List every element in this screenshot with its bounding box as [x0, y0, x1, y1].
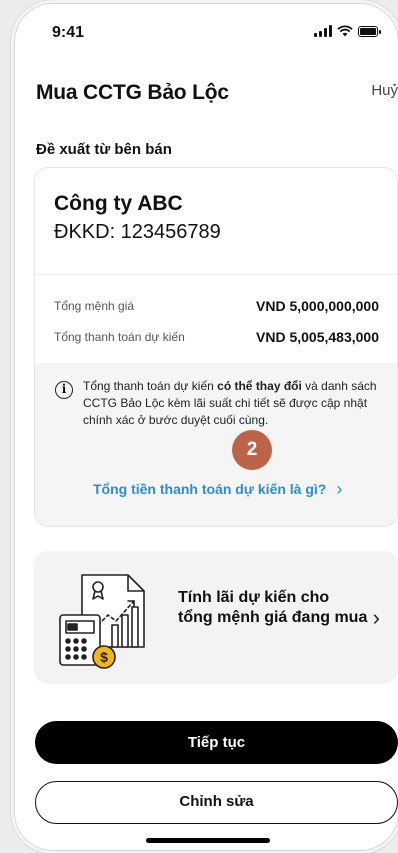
interest-calculator-label: Tính lãi dự kiến cho tổng mệnh giá đang …: [178, 589, 368, 626]
info-icon: i: [55, 381, 73, 399]
home-indicator: [146, 838, 270, 843]
info-text-bold: có thể thay đổi: [217, 379, 302, 393]
row-label: Tổng mệnh giá: [54, 299, 135, 313]
interest-calculator-card[interactable]: $ Tính lãi dự kiến cho tổng mệnh giá đan…: [34, 551, 398, 684]
section-label: Đề xuất từ bên bán: [36, 141, 172, 158]
info-notice: i Tổng thanh toán dự kiến có thể thay đổ…: [35, 363, 397, 526]
seller-card: Công ty ABC ĐKKD: 123456789 Tổng mệnh gi…: [34, 167, 398, 527]
status-bar: 9:41: [15, 4, 398, 60]
row-value: VND 5,000,000,000: [256, 298, 379, 314]
signal-icon: [314, 25, 332, 37]
info-text-part: Tổng thanh toán dự kiến: [83, 379, 218, 393]
company-registration: ĐKKD: 123456789: [54, 221, 221, 243]
phone-frame: 9:41 Mua CCTG Bảo Lộc Huỷ Đề xuất từ bên…: [15, 4, 398, 850]
status-time: 9:41: [52, 24, 85, 41]
edit-button[interactable]: Chỉnh sửa: [35, 781, 398, 824]
link-label: Tổng tiền thanh toán dự kiến là gì?: [93, 481, 327, 497]
page-title: Mua CCTG Bảo Lộc: [36, 81, 229, 104]
divider: [35, 274, 397, 275]
info-text: Tổng thanh toán dự kiến có thể thay đổi …: [83, 378, 379, 429]
company-name: Công ty ABC: [54, 192, 183, 215]
wifi-icon: [337, 25, 353, 37]
continue-button[interactable]: Tiếp tục: [35, 721, 398, 764]
row-label: Tổng thanh toán dự kiến: [54, 330, 185, 344]
summary-row-expected-payment: Tổng thanh toán dự kiến VND 5,005,483,00…: [54, 329, 379, 345]
status-icons: [314, 25, 381, 37]
expected-payment-help-link[interactable]: Tổng tiền thanh toán dự kiến là gì? ›: [93, 479, 343, 499]
svg-text:$: $: [100, 649, 108, 665]
calculator-chart-illustration-icon: $: [59, 574, 145, 669]
cancel-button[interactable]: Huỷ: [371, 82, 398, 99]
chevron-right-icon: ›: [372, 605, 380, 630]
row-value: VND 5,005,483,000: [256, 329, 379, 345]
summary-row-face-value: Tổng mệnh giá VND 5,000,000,000: [54, 298, 379, 314]
step-number-badge: 2: [232, 430, 272, 470]
battery-icon: [358, 26, 381, 37]
chevron-right-icon: ›: [336, 479, 343, 499]
